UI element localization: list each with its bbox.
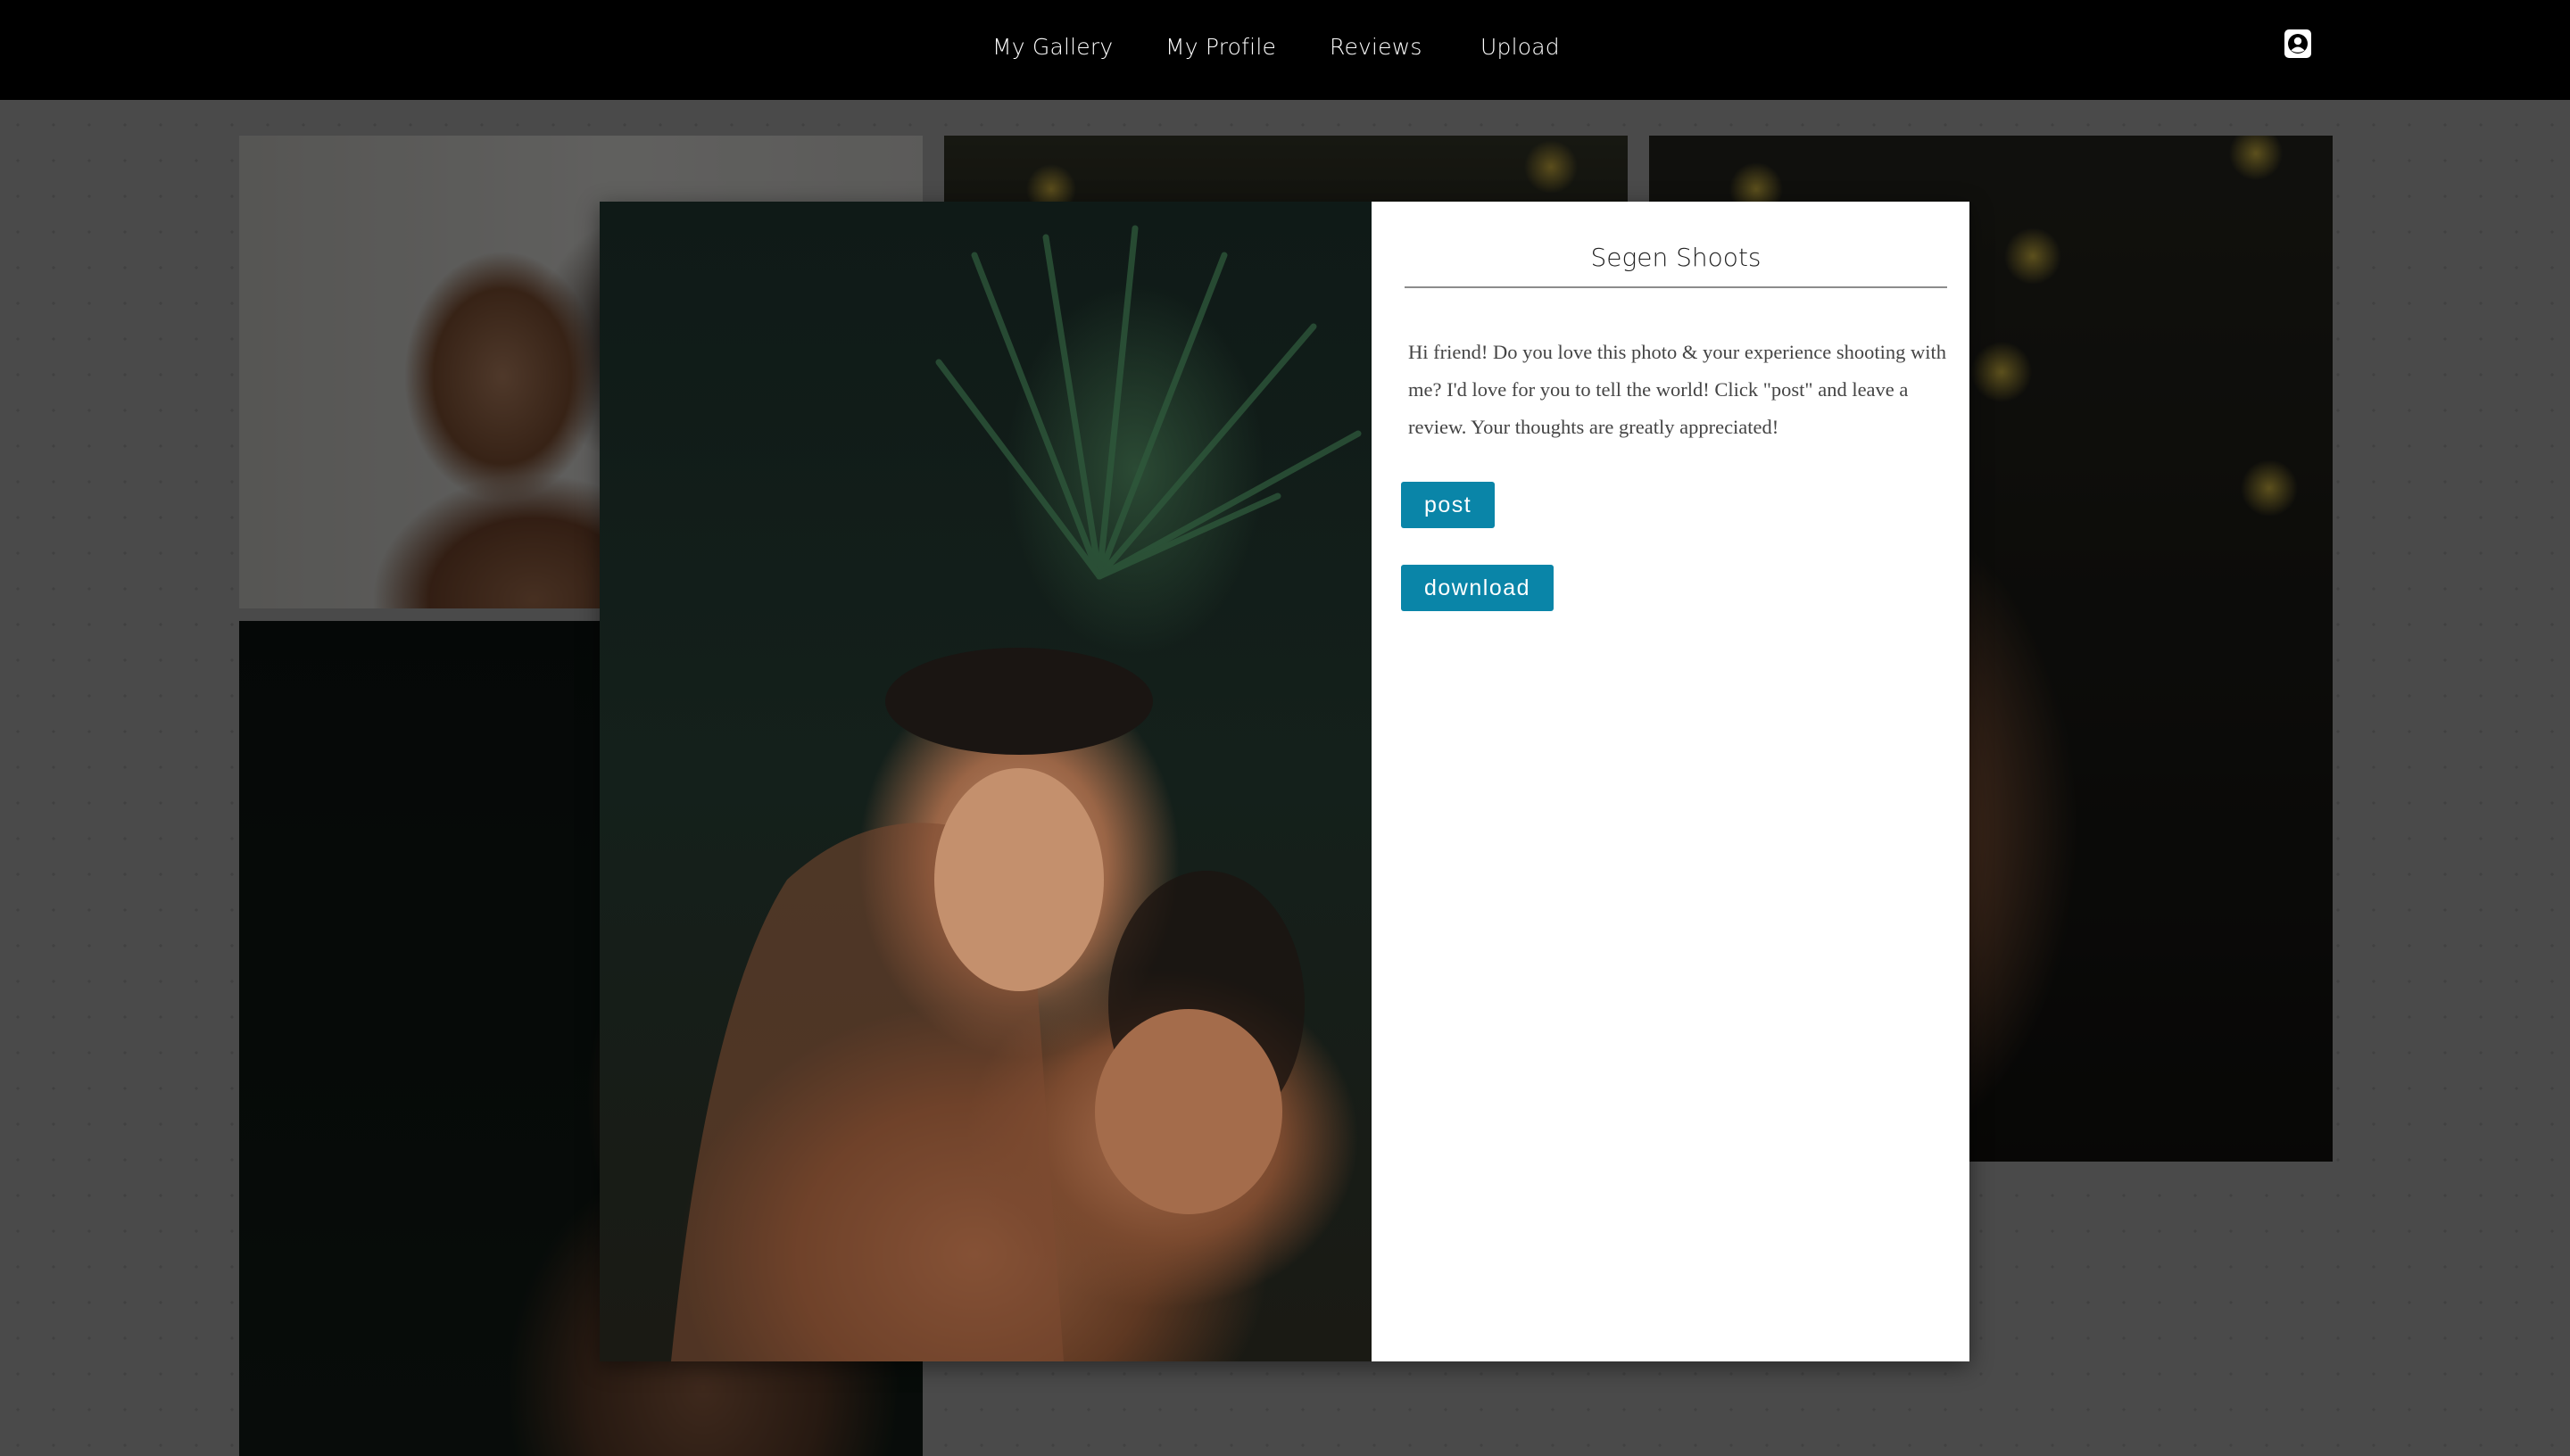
top-nav-bar: My Gallery My Profile Reviews Upload	[0, 0, 2570, 100]
modal-title: Segen Shoots	[1590, 243, 1762, 272]
modal-photo	[600, 202, 1372, 1361]
nav-upload[interactable]: Upload	[1480, 34, 1560, 60]
download-button[interactable]: download	[1401, 565, 1554, 611]
modal-photo-leaves	[671, 225, 1362, 1361]
review-prompt-text: Hi friend! Do you love this photo & your…	[1408, 341, 1947, 438]
nav-my-gallery[interactable]: My Gallery	[992, 34, 1113, 60]
post-button[interactable]: post	[1401, 482, 1496, 528]
photo-modal: Segen Shoots Hi friend! Do you love this…	[600, 202, 1969, 1361]
nav-my-profile[interactable]: My Profile	[1165, 34, 1276, 60]
title-divider	[1405, 286, 1947, 288]
modal-info-panel: Segen Shoots Hi friend! Do you love this…	[1372, 202, 1969, 1361]
user-circle-icon[interactable]	[2284, 29, 2311, 58]
nav-reviews[interactable]: Reviews	[1330, 34, 1422, 60]
